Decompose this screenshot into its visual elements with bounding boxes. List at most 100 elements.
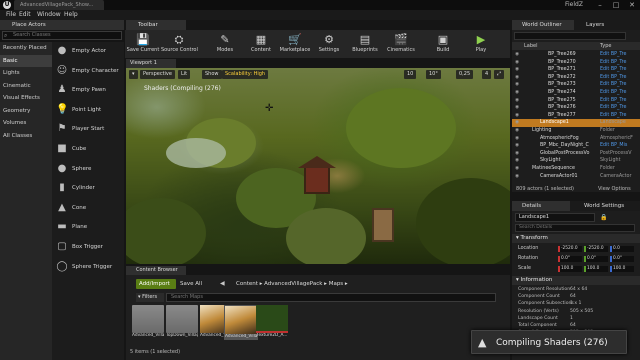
asset-tile[interactable]: Advanced_VillagePack	[132, 305, 164, 338]
save-all-button[interactable]: Save All	[180, 279, 216, 289]
actor-item[interactable]: ▮ Cylinder	[52, 179, 124, 198]
outliner-row[interactable]: ◉ BP_Tree272 Edit BP_Tre	[512, 74, 640, 82]
outliner-type[interactable]: Edit BP_Tre	[600, 112, 626, 120]
visibility-eye-icon[interactable]: ◉	[515, 142, 519, 150]
outliner-row[interactable]: ◉ SkyLight SkyLight	[512, 157, 640, 165]
outliner-view-options[interactable]: View Options	[598, 186, 631, 192]
asset-tile-selected[interactable]: Advanced_VillagePack	[224, 305, 258, 340]
outliner-row[interactable]: ◉ BP_Mbc_DayNight_C Edit BP_Mis	[512, 142, 640, 150]
show-button[interactable]: Show	[202, 70, 222, 79]
scalability-badge[interactable]: Scalability: High	[222, 70, 269, 79]
menu-window[interactable]: Window	[37, 10, 61, 20]
class-search-input[interactable]: Search Classes	[2, 31, 122, 40]
transform-value-field[interactable]: 0.0°	[610, 256, 634, 262]
visibility-eye-icon[interactable]: ◉	[515, 165, 519, 173]
outliner-type[interactable]: Edit BP_Tre	[600, 59, 626, 67]
transform-value-field[interactable]: 100.0	[558, 266, 582, 272]
outliner-row[interactable]: ◉ BP_Tree271 Edit BP_Tre	[512, 66, 640, 74]
visibility-eye-icon[interactable]: ◉	[515, 150, 519, 158]
content-button[interactable]: ▦ Content	[243, 30, 279, 58]
actor-item[interactable]: ☺ Empty Character	[52, 62, 124, 81]
minimize-icon[interactable]: –	[592, 0, 608, 10]
outliner-type[interactable]: Edit BP_Tre	[600, 81, 626, 89]
category-item[interactable]: Visual Effects	[0, 92, 52, 104]
save-current-button[interactable]: 💾 Save Current	[125, 30, 161, 58]
outliner-search-input[interactable]	[514, 32, 626, 40]
tab-world-outliner[interactable]: World Outliner	[512, 20, 574, 30]
actor-item[interactable]: ▲ Cone	[52, 199, 124, 218]
document-tab[interactable]: AdvancedVillagePack_Show...	[14, 0, 104, 10]
outliner-row[interactable]: ◉ AtmosphericFog AtmosphericF	[512, 135, 640, 143]
scale-snap-value[interactable]: 0,25	[456, 70, 474, 79]
visibility-eye-icon[interactable]: ◉	[515, 89, 519, 97]
search-maps-input[interactable]: Search Maps	[166, 293, 496, 302]
visibility-eye-icon[interactable]: ◉	[515, 81, 519, 89]
outliner-row[interactable]: ◉ BP_Tree277 Edit BP_Tre	[512, 112, 640, 120]
visibility-eye-icon[interactable]: ◉	[515, 74, 519, 82]
outliner-row[interactable]: ◉ BP_Tree273 Edit BP_Tre	[512, 81, 640, 89]
category-item[interactable]: Recently Placed	[0, 42, 52, 54]
outliner-row[interactable]: ◉ Landscape1 Landscape	[512, 119, 640, 127]
perspective-button[interactable]: Perspective	[140, 70, 175, 79]
col-label[interactable]: Label	[524, 42, 538, 50]
tab-world-settings[interactable]: World Settings	[574, 201, 638, 211]
content-browser-tab[interactable]: Content Browser	[126, 266, 186, 275]
visibility-eye-icon[interactable]: ◉	[515, 173, 519, 181]
tab-details[interactable]: Details	[512, 201, 570, 211]
visibility-eye-icon[interactable]: ◉	[515, 127, 519, 135]
menu-file[interactable]: File	[6, 10, 16, 20]
tab-layers[interactable]: Layers	[576, 20, 636, 30]
information-section[interactable]: ▾ Information	[512, 276, 640, 285]
rotation-snap-value[interactable]: 10°	[426, 70, 441, 79]
transform-value-field[interactable]: -2520.0	[584, 246, 608, 252]
maximize-viewport-icon[interactable]: ⤢	[494, 70, 505, 79]
add-import-button[interactable]: Add/Import	[136, 279, 176, 289]
level-viewport[interactable]: ▾ Perspective Lit Show Scalability: High…	[126, 68, 510, 264]
category-item[interactable]: Volumes	[0, 117, 52, 129]
outliner-type[interactable]: Edit BP_Tre	[600, 66, 626, 74]
transform-value-field[interactable]: 0.0°	[558, 256, 582, 262]
outliner-row[interactable]: ◉ BP_Tree274 Edit BP_Tre	[512, 89, 640, 97]
actor-item[interactable]: ♟ Empty Pawn	[52, 81, 124, 100]
transform-section[interactable]: ▾ Transform	[512, 234, 640, 243]
cinematics-button[interactable]: 🎬 Cinematics	[383, 30, 419, 58]
visibility-eye-icon[interactable]: ◉	[515, 112, 519, 120]
history-back-icon[interactable]: ◀	[220, 279, 225, 289]
camera-speed-value[interactable]: 4	[482, 70, 492, 79]
maximize-icon[interactable]: □	[608, 0, 624, 10]
visibility-eye-icon[interactable]: ◉	[515, 59, 519, 67]
blueprints-button[interactable]: ▤ Blueprints	[347, 30, 383, 58]
viewport-options-button[interactable]: ▾	[129, 70, 138, 79]
viewport-tab[interactable]: Viewport 1	[126, 59, 176, 68]
details-search-input[interactable]: Search Details	[515, 224, 635, 232]
actor-item[interactable]: ▢ Box Trigger	[52, 238, 124, 257]
outliner-row[interactable]: ◉ BP_Tree269 Edit BP_Tre	[512, 51, 640, 59]
close-icon[interactable]: ✕	[624, 0, 640, 10]
category-item[interactable]: All Classes	[0, 130, 52, 142]
actor-item[interactable]: ▬ Plane	[52, 218, 124, 237]
actor-item[interactable]: ● Sphere	[52, 160, 124, 179]
outliner-row[interactable]: ◉ BP_Tree276 Edit BP_Tre	[512, 104, 640, 112]
visibility-eye-icon[interactable]: ◉	[515, 51, 519, 59]
transform-value-field[interactable]: -2520.0	[558, 246, 582, 252]
category-item[interactable]: Cinematic	[0, 80, 52, 92]
outliner-type[interactable]: Edit BP_Tre	[600, 89, 626, 97]
visibility-eye-icon[interactable]: ◉	[515, 119, 519, 127]
outliner-type[interactable]: Edit BP_Tre	[600, 104, 626, 112]
marketplace-button[interactable]: 🛒 Marketplace	[277, 30, 313, 58]
transform-value-field[interactable]: 0.0°	[584, 256, 608, 262]
visibility-eye-icon[interactable]: ◉	[515, 157, 519, 165]
visibility-eye-icon[interactable]: ◉	[515, 135, 519, 143]
outliner-type[interactable]: Edit BP_Mis	[600, 142, 627, 150]
transform-value-field[interactable]: 0.0	[610, 246, 634, 252]
outliner-type[interactable]: Edit BP_Tre	[600, 51, 626, 59]
place-actors-tab[interactable]: Place Actors	[0, 20, 124, 30]
outliner-type[interactable]: Edit BP_Tre	[600, 74, 626, 82]
category-item[interactable]: Basic	[0, 54, 52, 67]
outliner-row[interactable]: ◉ BP_Tree275 Edit BP_Tre	[512, 97, 640, 105]
visibility-eye-icon[interactable]: ◉	[515, 97, 519, 105]
settings-button[interactable]: ⚙ Settings	[311, 30, 347, 58]
lit-button[interactable]: Lit	[178, 70, 191, 79]
actor-item[interactable]: ◯ Sphere Trigger	[52, 258, 124, 277]
build-button[interactable]: ▣ Build	[425, 30, 461, 58]
